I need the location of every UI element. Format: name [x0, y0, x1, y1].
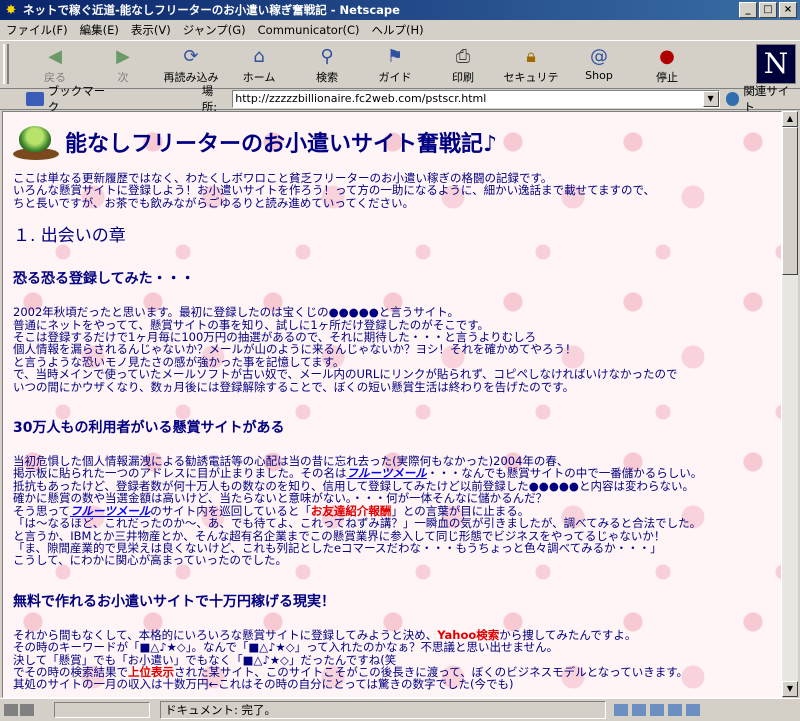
toolbar-grip[interactable]: [3, 44, 9, 84]
chapter-heading: １. 出会いの章: [13, 226, 126, 247]
reload-icon: ⟳: [183, 45, 199, 67]
guide-button[interactable]: ⚑ ガイド: [364, 44, 426, 86]
search-icon: ⚲: [320, 45, 334, 67]
intro-line: ちと長いですが、お茶でも飲みながらごゆるりと読み進めていってください。: [13, 195, 415, 210]
url-field[interactable]: ▼: [232, 89, 720, 108]
page-title: 能なしフリーターのお小遣いサイト奮戦記♪: [65, 131, 498, 157]
status-bar: ドキュメント: 完了。: [0, 698, 800, 721]
progress-bar: [54, 702, 150, 718]
scroll-up-icon[interactable]: ▲: [782, 111, 798, 127]
url-input[interactable]: [233, 92, 708, 105]
netscape-star-icon: ✸: [5, 2, 17, 18]
stop-button[interactable]: ● 停止: [636, 44, 698, 86]
related-sites-icon: [725, 91, 740, 106]
navigator-tray-icon[interactable]: [614, 704, 628, 716]
close-button[interactable]: ×: [779, 2, 797, 18]
intro-line: いろんな懸賞サイトに登録しよう！お小遣いサイトを作ろう！って方の一助になるように…: [13, 183, 656, 198]
home-button[interactable]: ⌂ ホーム: [228, 44, 290, 86]
title-bar: ✸ ネットで稼ぐ近道-能なしフリーターのお小遣い稼ぎ奮戦記 - Netscape…: [0, 0, 800, 20]
body-line: 掲示板に貼られた一つのアドレスに目が止まりました。その名はフルーツメール・・・な…: [13, 466, 703, 481]
menu-communicator[interactable]: Communicator(C): [252, 23, 366, 37]
body-line: 其処のサイトの一月の収入は十数万円←これはその時の自分にとっては驚きの数字でした…: [13, 677, 514, 692]
composer-tray-icon[interactable]: [668, 704, 682, 716]
scroll-thumb[interactable]: [782, 127, 798, 275]
component-tray: [614, 704, 700, 716]
back-button[interactable]: ◀ 戻る: [24, 44, 86, 86]
menu-help[interactable]: ヘルプ(H): [366, 22, 430, 38]
forward-arrow-icon: ▶: [116, 45, 130, 67]
bookmarks-button[interactable]: ブックマーク: [26, 83, 116, 115]
location-label: 場所:: [201, 83, 218, 114]
security-lock-icon: 🔒︎: [526, 45, 536, 67]
body-line: 2002年秋頃だったと思います。最初に登録したのは宝くじの●●●●●と言うサイト…: [13, 305, 460, 320]
body-line: いつの間にかウザくなり、数ヵ月後には登録解除することで、ぼくの短い懸賞生活は終わ…: [13, 379, 575, 394]
body-line: で、当時メインで使っていたメールソフトが古い奴で、メール内のURLにリンクが貼ら…: [13, 367, 678, 382]
vertical-scrollbar[interactable]: ▲ ▼: [782, 111, 798, 697]
minimize-button[interactable]: _: [739, 2, 757, 18]
stop-traffic-light-icon: ●: [659, 45, 675, 67]
body-line: その時のキーワードが「■△♪★◇」。なんで「■△♪★◇」って入れたのかなぁ？不思…: [13, 640, 559, 655]
status-text: ドキュメント: 完了。: [160, 701, 606, 719]
connection-status-icon: [4, 703, 44, 717]
section-heading: 無料で作れるお小遣いサイトで十万円稼げる現実！: [13, 593, 335, 610]
navigation-toolbar: ◀ 戻る ▶ 次 ⟳ 再読み込み ⌂ ホーム ⚲ 検索 ⚑ ガイド ⎙ 印刷 🔒…: [0, 40, 800, 101]
printer-icon: ⎙: [455, 45, 471, 67]
menu-view[interactable]: 表示(V): [125, 22, 177, 38]
back-arrow-icon: ◀: [48, 45, 62, 67]
shop-button[interactable]: @ Shop: [568, 44, 630, 86]
menu-bar: ファイル(F) 編集(E) 表示(V) ジャンプ(G) Communicator…: [0, 20, 800, 39]
related-sites-button[interactable]: 関連サイト: [725, 83, 800, 115]
body-line: 「は～なるほど、これだったのか～、あ、でも待てよ、これってねずみ講？」一瞬血の気…: [13, 516, 702, 531]
green-tea-cup-icon: [13, 122, 59, 162]
scroll-down-icon[interactable]: ▼: [782, 681, 798, 697]
location-bar: ブックマーク 場所: ▼ 関連サイト: [0, 84, 800, 114]
body-line: 個人情報を漏らされるんじゃないか？メールが山のように来るんじゃないか？ヨシ！それ…: [13, 342, 577, 357]
forward-button[interactable]: ▶ 次: [92, 44, 154, 86]
address-book-tray-icon[interactable]: [686, 704, 700, 716]
section-heading: 恐る恐る登録してみた・・・: [13, 271, 195, 288]
netscape-logo[interactable]: N: [756, 44, 796, 84]
news-tray-icon[interactable]: [650, 704, 664, 716]
body-line: こうして、にわかに関心が高まっていったのでした。: [13, 553, 288, 568]
shop-icon: @: [590, 45, 608, 67]
home-icon: ⌂: [253, 45, 265, 67]
print-button[interactable]: ⎙ 印刷: [432, 44, 494, 86]
section-heading: 30万人もの利用者がいる懸賞サイトがある: [13, 420, 285, 437]
mail-tray-icon[interactable]: [632, 704, 646, 716]
page-content: 能なしフリーターのお小遣いサイト奮戦記♪ ここは単なる更新履歴ではなく、わたくし…: [2, 111, 782, 698]
reload-button[interactable]: ⟳ 再読み込み: [160, 44, 222, 86]
search-button[interactable]: ⚲ 検索: [296, 44, 358, 86]
bookmarks-icon: [26, 91, 44, 106]
window-title: ネットで稼ぐ近道-能なしフリーターのお小遣い稼ぎ奮戦記 - Netscape: [23, 3, 400, 17]
security-button[interactable]: 🔒︎ セキュリティ: [500, 44, 562, 101]
menu-edit[interactable]: 編集(E): [74, 22, 125, 38]
guide-signpost-icon: ⚑: [386, 45, 404, 67]
menu-file[interactable]: ファイル(F): [0, 22, 74, 38]
maximize-button[interactable]: □: [759, 2, 777, 18]
menu-go[interactable]: ジャンプ(G): [177, 22, 252, 38]
url-dropdown-icon[interactable]: ▼: [702, 90, 719, 107]
